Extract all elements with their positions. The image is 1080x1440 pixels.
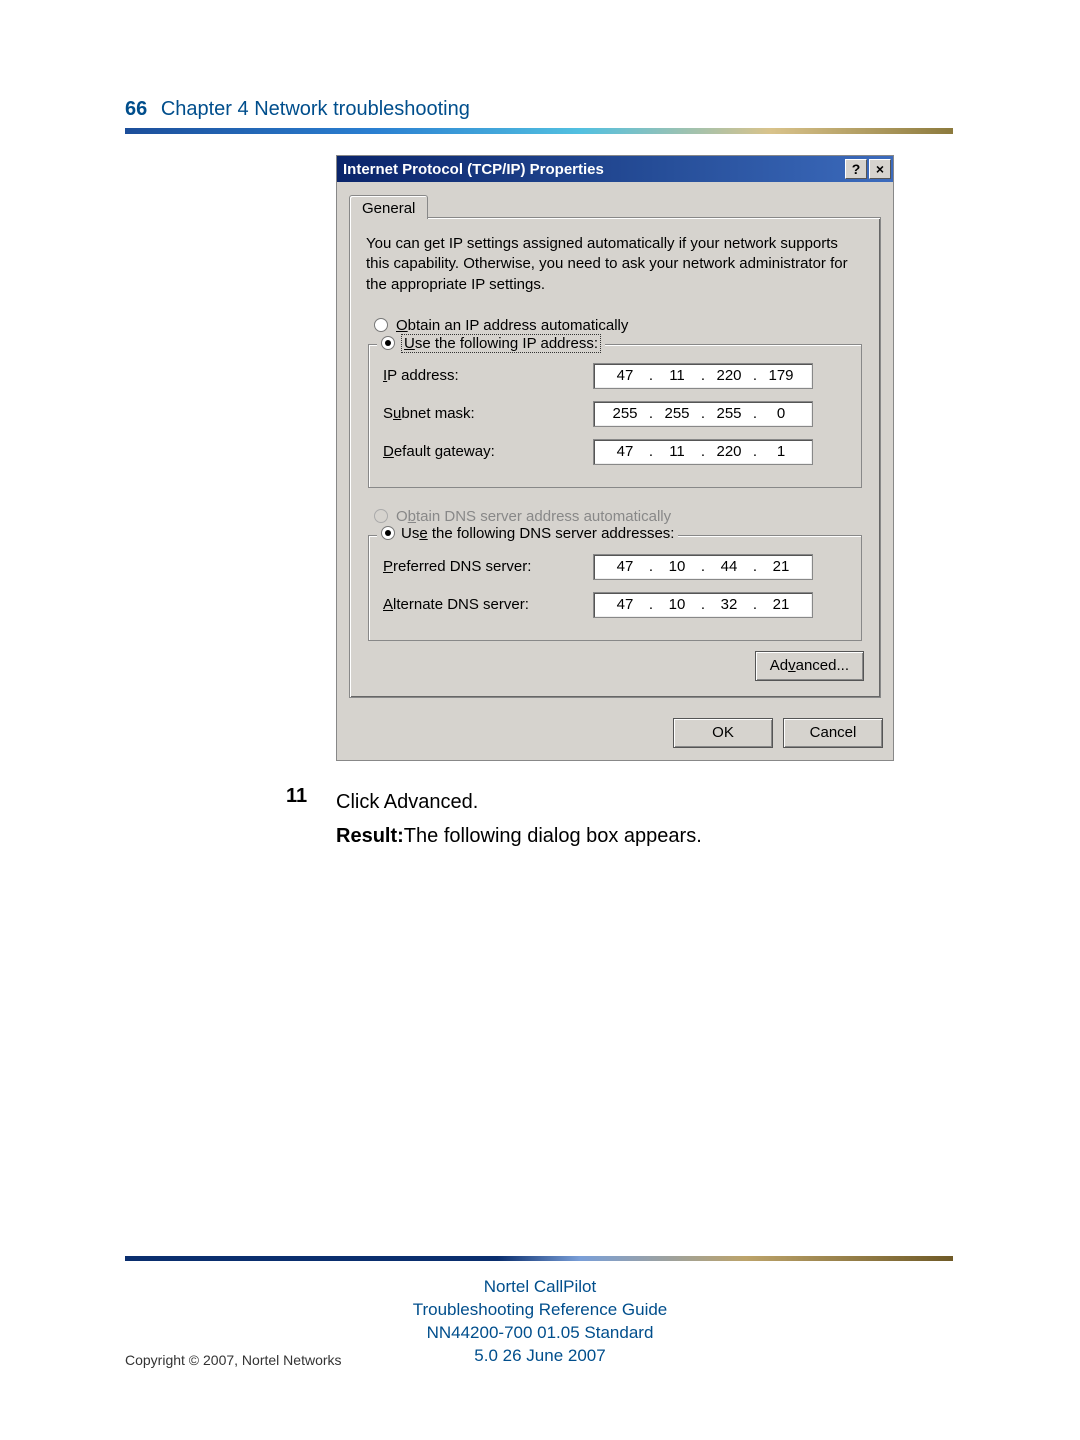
- radio-obtain-ip-label: Obtain an IP address automatically: [396, 317, 628, 334]
- row-default-gateway: Default gateway: 47. 11. 220. 1: [383, 439, 847, 465]
- radio-use-dns-label: Use the following DNS server addresses:: [401, 525, 674, 542]
- label-subnet-mask: Subnet mask:: [383, 405, 593, 422]
- footer-line-1: Nortel CallPilot: [0, 1276, 1080, 1299]
- radio-use-ip-label: Use the following IP address:: [401, 334, 601, 353]
- dialog-title: Internet Protocol (TCP/IP) Properties: [343, 161, 604, 178]
- input-subnet-mask[interactable]: 255. 255. 255. 0: [593, 401, 813, 427]
- ok-button[interactable]: OK: [673, 718, 773, 748]
- radio-obtain-ip[interactable]: Obtain an IP address automatically: [374, 317, 864, 334]
- page-header: 66 Chapter 4 Network troubleshooting: [125, 98, 470, 121]
- footer-rule: [125, 1256, 953, 1261]
- result-text: The following dialog box appears.: [404, 825, 702, 847]
- radio-obtain-dns: Obtain DNS server address automatically: [374, 508, 864, 525]
- radio-icon: [374, 318, 388, 332]
- step-result: Result:The following dialog box appears.: [336, 819, 896, 853]
- radio-obtain-dns-label: Obtain DNS server address automatically: [396, 508, 671, 525]
- label-default-gateway: Default gateway:: [383, 443, 593, 460]
- footer-copyright: Copyright © 2007, Nortel Networks: [125, 1352, 342, 1368]
- input-default-gateway[interactable]: 47. 11. 220. 1: [593, 439, 813, 465]
- advanced-button[interactable]: Advanced...: [755, 651, 864, 681]
- tab-panel-general: You can get IP settings assigned automat…: [349, 217, 881, 698]
- cancel-button[interactable]: Cancel: [783, 718, 883, 748]
- footer-line-3: NN44200-700 01.05 Standard: [0, 1322, 1080, 1345]
- input-ip-address[interactable]: 47. 11. 220. 179: [593, 363, 813, 389]
- group-dns-settings: Use the following DNS server addresses: …: [368, 535, 862, 641]
- tcpip-properties-dialog: Internet Protocol (TCP/IP) Properties ? …: [336, 155, 894, 761]
- input-alternate-dns[interactable]: 47. 10. 32. 21: [593, 592, 813, 618]
- step-text: Click Advanced. Result:The following dia…: [336, 785, 896, 853]
- dialog-body: General You can get IP settings assigned…: [337, 182, 893, 708]
- result-label: Result:: [336, 825, 404, 847]
- dialog-button-row: OK Cancel: [337, 708, 893, 760]
- row-subnet-mask: Subnet mask: 255. 255. 255. 0: [383, 401, 847, 427]
- label-preferred-dns: Preferred DNS server:: [383, 558, 593, 575]
- row-alternate-dns: Alternate DNS server: 47. 10. 32. 21: [383, 592, 847, 618]
- intro-text: You can get IP settings assigned automat…: [366, 234, 864, 295]
- footer-line-2: Troubleshooting Reference Guide: [0, 1299, 1080, 1322]
- radio-icon-selected: [381, 336, 395, 350]
- input-preferred-dns[interactable]: 47. 10. 44. 21: [593, 554, 813, 580]
- tab-general[interactable]: General: [349, 195, 428, 219]
- radio-icon-selected: [381, 526, 395, 540]
- radio-use-dns[interactable]: Use the following DNS server addresses:: [377, 525, 678, 542]
- radio-use-ip[interactable]: Use the following IP address:: [377, 334, 605, 353]
- label-alternate-dns: Alternate DNS server:: [383, 596, 593, 613]
- header-rule: [125, 128, 953, 134]
- page-number: 66: [125, 98, 147, 120]
- radio-icon-disabled: [374, 509, 388, 523]
- step-instruction: Click Advanced.: [336, 785, 896, 819]
- help-icon[interactable]: ?: [845, 159, 867, 179]
- row-preferred-dns: Preferred DNS server: 47. 10. 44. 21: [383, 554, 847, 580]
- row-ip-address: IP address: 47. 11. 220. 179: [383, 363, 847, 389]
- step-11: 11 Click Advanced. Result:The following …: [336, 785, 896, 853]
- tab-strip: General: [349, 194, 881, 218]
- close-icon[interactable]: ×: [869, 159, 891, 179]
- chapter-title: Chapter 4 Network troubleshooting: [161, 98, 470, 120]
- group-ip-settings: Use the following IP address: IP address…: [368, 344, 862, 488]
- title-bar[interactable]: Internet Protocol (TCP/IP) Properties ? …: [337, 156, 893, 182]
- label-ip-address: IP address:: [383, 367, 593, 384]
- step-number: 11: [286, 785, 307, 808]
